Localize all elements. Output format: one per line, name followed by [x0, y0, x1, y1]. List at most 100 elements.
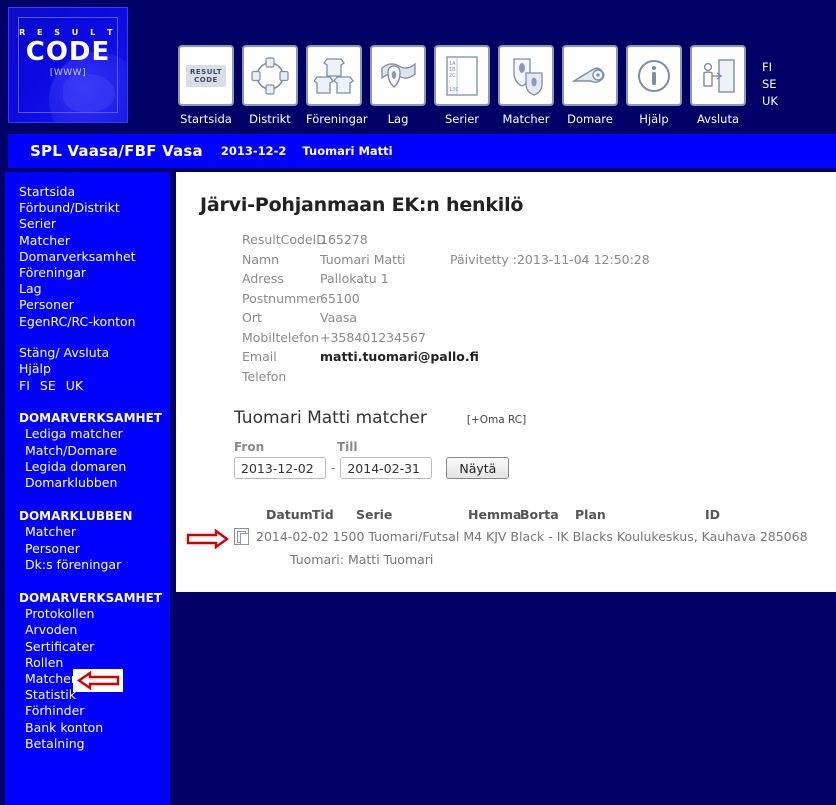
document-copy-icon[interactable] — [234, 528, 249, 545]
detail-row-email: Email matti.tuomari@pallo.fi — [200, 347, 836, 367]
column-header-datum: Datum — [266, 507, 313, 522]
sidebar-item-arvoden[interactable]: Arvoden — [5, 622, 170, 638]
sidebar-language-switcher: FI SE UK — [5, 378, 170, 393]
sidebar-language-fi[interactable]: FI — [19, 378, 30, 393]
left-sidebar: Startsida Förbund/Distrikt Serier Matche… — [5, 172, 170, 805]
detail-row-mobiltelefon: Mobiltelefon +358401234567 — [200, 328, 836, 348]
toolbar-item-serier[interactable]: 1A 1B 2C :13C Serier — [434, 45, 490, 126]
sidebar-item-dk-matcher[interactable]: Matcher — [5, 524, 170, 540]
banner-language-uk[interactable]: UK — [762, 94, 778, 108]
toolbar-item-hjalp[interactable]: Hjälp — [626, 45, 682, 126]
flag-shield-icon — [370, 45, 426, 106]
detail-label-resultcodeid: ResultCodeID — [242, 232, 326, 247]
banner-language-fi[interactable]: FI — [762, 60, 778, 74]
banner-language-switcher: FI SE UK — [762, 60, 778, 108]
banner-language-se[interactable]: SE — [762, 77, 778, 91]
toolbar-label-domare: Domare — [567, 112, 613, 126]
detail-row-postnummer: Postnummer 65100 — [200, 289, 836, 309]
logo-result-text: R E S U L T — [19, 28, 117, 37]
toolbar-item-lag[interactable]: Lag — [370, 45, 426, 126]
detail-row-telefon: Telefon — [200, 367, 836, 387]
sidebar-item-bank-konton[interactable]: Bank konton — [5, 720, 170, 736]
date-field-labels: Fron Till — [234, 440, 836, 454]
sidebar-item-lediga-matcher[interactable]: Lediga matcher — [5, 426, 170, 442]
matcher-section-header: Tuomari Matti matcher [+Oma RC] — [234, 408, 836, 428]
sidebar-item-dk-personer[interactable]: Personer — [5, 541, 170, 557]
from-date-input[interactable] — [234, 457, 326, 479]
date-range-row: - Näytä — [234, 457, 836, 479]
current-date: 2013-12-2 — [220, 144, 287, 158]
top-banner: R E S U L T CODE [WWW] RESULT CODE Starts… — [0, 0, 836, 131]
matcher-section-title: Tuomari Matti matcher — [234, 408, 427, 428]
detail-row-namn: Namn Tuomari Matti Päivitetty :2013-11-0… — [200, 250, 836, 270]
oma-rc-link[interactable]: [+Oma RC] — [467, 414, 526, 426]
sidebar-language-uk[interactable]: UK — [66, 378, 83, 393]
sidebar-item-forhinder[interactable]: Förhinder — [5, 703, 170, 719]
sidebar-item-domarklubben[interactable]: Domarklubben — [5, 475, 170, 491]
till-date-input[interactable] — [340, 457, 433, 479]
sidebar-item-serier[interactable]: Serier — [5, 216, 170, 232]
table-row-referee-text: Tuomari: Matti Tuomari — [290, 552, 434, 567]
column-header-hemma: Hemma — [468, 507, 522, 522]
detail-label-email: Email — [242, 349, 277, 364]
detail-updated-timestamp: Päivitetty :2013-11-04 12:50:28 — [450, 251, 650, 267]
detail-value-ort: Vaasa — [320, 310, 358, 325]
sidebar-item-protokollen[interactable]: Protokollen — [5, 606, 170, 622]
sidebar-item-lag[interactable]: Lag — [5, 281, 170, 297]
detail-label-telefon: Telefon — [242, 368, 287, 384]
main-content-panel: Järvi-Pohjanmaan EK:n henkilö ResultCode… — [176, 172, 836, 592]
svg-text:13C: 13C — [449, 87, 459, 93]
people-network-icon — [242, 45, 298, 106]
toolbar-item-avsluta[interactable]: Avsluta — [690, 45, 746, 126]
red-left-arrow-icon — [73, 669, 123, 693]
sidebar-heading-domarklubben: DOMARKLUBBEN — [19, 509, 133, 524]
toolbar-label-distrikt: Distrikt — [249, 112, 291, 126]
detail-row-resultcodeid: ResultCodeID 165278 — [200, 230, 836, 250]
toolbar-label-serier: Serier — [444, 112, 480, 126]
sidebar-item-matcher[interactable]: Matcher — [5, 233, 170, 249]
sidebar-item-stang-avsluta[interactable]: Stäng/ Avsluta — [5, 345, 170, 361]
matches-results-table: Datum Tid Serie Hemma Borta Plan ID 2014… — [186, 507, 836, 567]
toolbar-item-foreningar[interactable]: Föreningar — [306, 45, 368, 126]
sidebar-language-se[interactable]: SE — [40, 378, 56, 393]
logo-code-text: CODE — [25, 37, 111, 67]
toolbar-item-domare[interactable]: Domare — [562, 45, 618, 126]
detail-value-adress: Pallokatu 1 — [320, 271, 389, 286]
sidebar-item-foreningar[interactable]: Föreningar — [5, 265, 170, 281]
detail-value-namn: Tuomari Matti — [320, 251, 406, 267]
logged-in-user: Tuomari Matti — [302, 144, 393, 158]
detail-label-namn: Namn — [242, 251, 280, 267]
toolbar-item-startsida[interactable]: RESULT CODE Startsida — [178, 45, 234, 126]
sidebar-item-match-domare[interactable]: Match/Domare — [5, 443, 170, 459]
two-shields-icon — [498, 45, 554, 106]
sidebar-item-domarverksamhet[interactable]: Domarverksamhet — [5, 249, 170, 265]
detail-row-ort: Ort Vaasa — [200, 308, 836, 328]
sidebar-item-hjalp[interactable]: Hjälp — [5, 361, 170, 377]
sidebar-item-dv-matcher[interactable]: Matcher — [5, 669, 170, 693]
toolbar-item-matcher[interactable]: Matcher — [498, 45, 554, 126]
sidebar-item-egenrc-konton[interactable]: EgenRC/RC-konton — [5, 314, 170, 330]
show-results-button[interactable]: Näytä — [446, 457, 510, 479]
toolbar-label-startsida: Startsida — [180, 112, 232, 126]
detail-value-email[interactable]: matti.tuomari@pallo.fi — [320, 347, 479, 367]
sidebar-item-betalning[interactable]: Betalning — [5, 736, 170, 752]
toolbar-item-distrikt[interactable]: Distrikt — [242, 45, 298, 126]
info-circle-icon — [626, 45, 682, 106]
sidebar-item-personer[interactable]: Personer — [5, 297, 170, 313]
sidebar-item-dks-foreningar[interactable]: Dk:s föreningar — [5, 557, 170, 573]
sidebar-item-legida-domaren[interactable]: Legida domaren — [5, 459, 170, 475]
red-right-arrow-icon — [184, 528, 230, 550]
sidebar-item-forbund-distrikt[interactable]: Förbund/Distrikt — [5, 200, 170, 216]
sidebar-item-sertificater[interactable]: Sertificater — [5, 639, 170, 655]
column-header-id: ID — [705, 507, 721, 522]
table-row[interactable]: 2014-02-02 1500 Tuomari/Futsal M4 KJV Bl… — [234, 528, 836, 545]
sidebar-item-startsida[interactable]: Startsida — [5, 184, 170, 200]
main-toolbar: RESULT CODE Startsida Distrikt Föreninga… — [178, 45, 746, 126]
resultcode-logo: R E S U L T CODE [WWW] — [8, 7, 128, 123]
table-row-text: 2014-02-02 1500 Tuomari/Futsal M4 KJV Bl… — [256, 529, 808, 544]
matcher-search-section: Tuomari Matti matcher [+Oma RC] Fron Til… — [200, 408, 836, 479]
toolbar-label-foreningar: Föreningar — [306, 112, 368, 126]
